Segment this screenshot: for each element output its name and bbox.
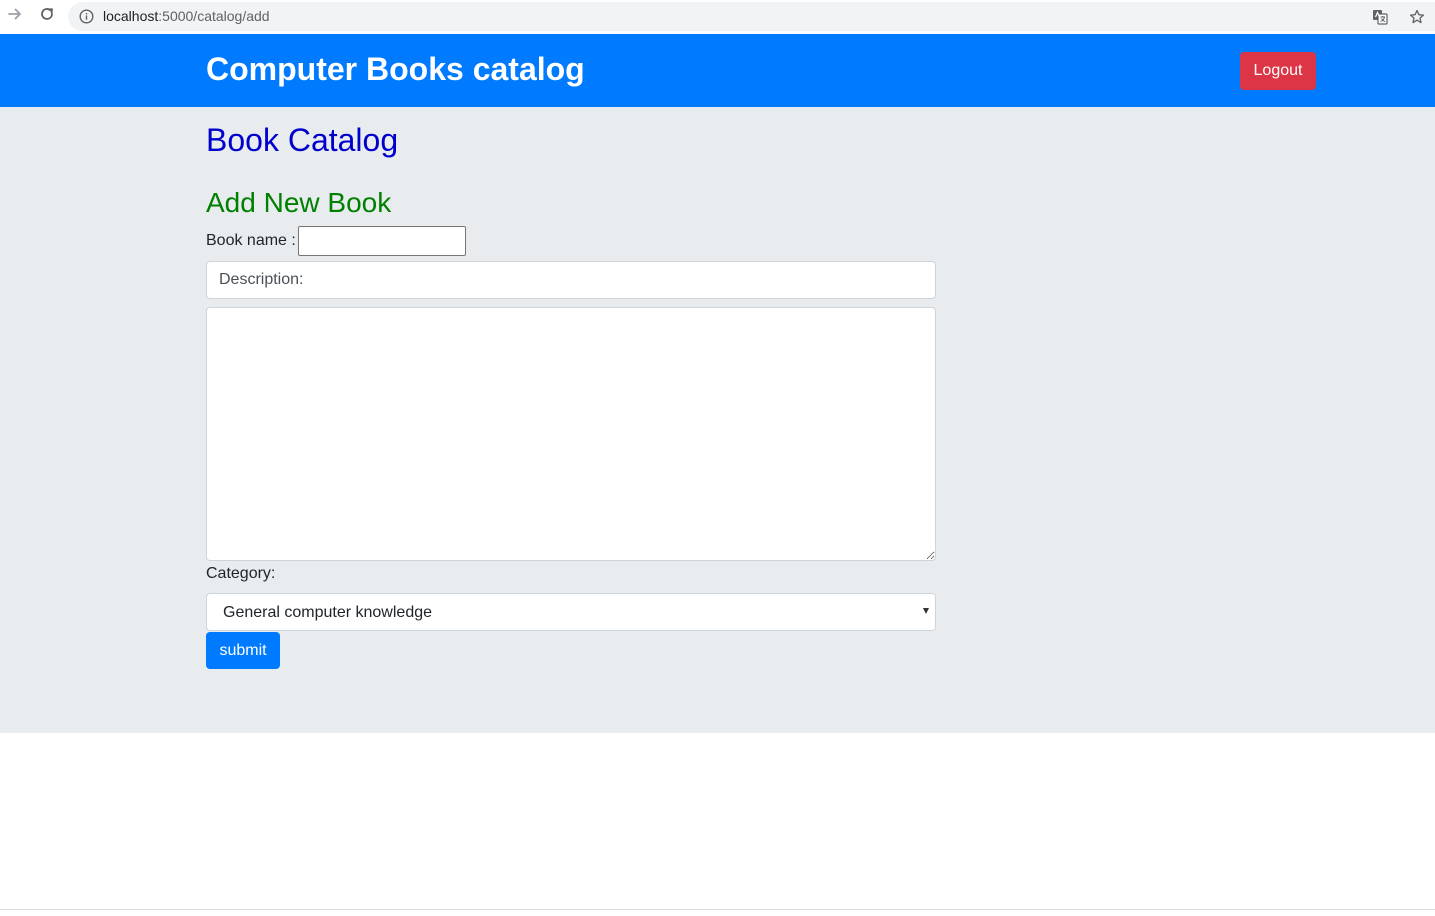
- url-host: localhost: [103, 8, 159, 24]
- description-textarea[interactable]: [206, 307, 936, 561]
- book-name-label: Book name :: [206, 232, 296, 249]
- forward-button[interactable]: [4, 5, 26, 27]
- form-title: Add New Book: [206, 187, 392, 218]
- submit-button[interactable]: submit: [206, 632, 280, 669]
- info-icon[interactable]: [78, 8, 95, 25]
- main-content: Book Catalog Add New Book Book name : Ca…: [0, 107, 1435, 733]
- url-text: localhost:5000/catalog/add: [103, 8, 270, 25]
- navbar: Computer Books catalog Logout: [0, 34, 1435, 107]
- arrow-forward-icon: [6, 5, 24, 28]
- url-path: :5000/catalog/add: [158, 8, 270, 24]
- reload-icon: [38, 5, 56, 28]
- navbar-brand[interactable]: Computer Books catalog: [206, 50, 585, 88]
- category-selected-value: General computer knowledge: [223, 604, 433, 621]
- category-select[interactable]: General computer knowledge: [206, 593, 936, 631]
- translate-icon[interactable]: [1371, 8, 1389, 26]
- address-bar[interactable]: localhost:5000/catalog/add: [68, 2, 1435, 31]
- chevron-down-icon: [923, 608, 929, 614]
- description-input[interactable]: [206, 261, 936, 299]
- browser-toolbar: localhost:5000/catalog/add: [0, 0, 1435, 34]
- page-title: Book Catalog: [206, 122, 399, 158]
- book-name-input[interactable]: [298, 226, 466, 256]
- category-label: Category:: [206, 565, 276, 582]
- reload-button[interactable]: [36, 5, 58, 27]
- divider: [0, 909, 1435, 910]
- star-icon[interactable]: [1407, 7, 1427, 27]
- logout-button[interactable]: Logout: [1240, 52, 1316, 90]
